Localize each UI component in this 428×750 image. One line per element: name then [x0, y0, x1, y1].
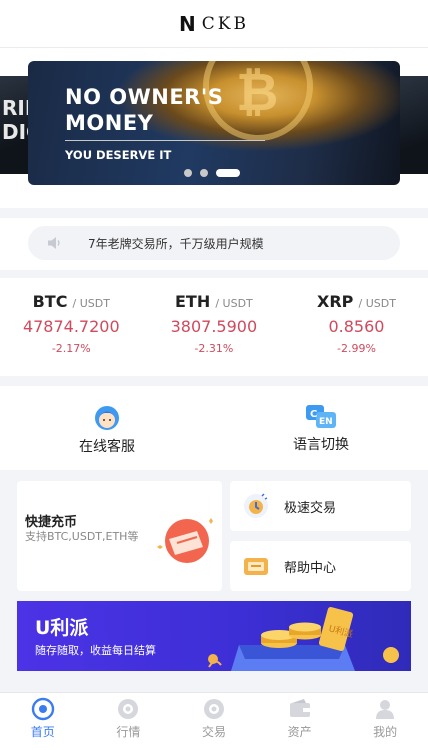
ticker-btc[interactable]: BTC / USDT 47874.7200 -2.17%	[0, 278, 143, 376]
language-badge-c: C	[310, 409, 317, 420]
notice-text: 7年老牌交易所，千万级用户规模	[88, 236, 264, 251]
fast-trade-label: 极速交易	[284, 500, 337, 516]
ticker-quote: / USDT	[72, 297, 110, 310]
ticker-quote: / USDT	[215, 297, 253, 310]
carousel-dot[interactable]	[200, 169, 208, 177]
u-lipai-promo-banner[interactable]: U利派 随存随取，收益每日结算 U利派	[17, 601, 411, 671]
ticker-change: -2.31%	[194, 342, 234, 355]
nav-market[interactable]: 行情	[86, 693, 172, 750]
fast-trade-card[interactable]: 极速交易	[230, 481, 411, 531]
notice-bar[interactable]: 7年老牌交易所，千万级用户规模	[28, 226, 400, 260]
nav-label: 我的	[373, 725, 398, 739]
carousel-dot-active[interactable]	[216, 169, 240, 177]
customer-service-icon	[95, 406, 119, 430]
top-bar: N CKB	[0, 0, 428, 48]
profile-icon	[376, 700, 395, 719]
recharge-subtitle: 支持BTC,USDT,ETH等	[25, 530, 139, 543]
bitcoin-symbol: ₿	[236, 63, 279, 123]
quick-links: 在线客服 C EN 语言切换	[0, 386, 428, 470]
promo-subtitle: 随存随取，收益每日结算	[35, 644, 156, 657]
carousel-next-slide-peek[interactable]	[400, 76, 428, 174]
ticker-price: 47874.7200	[22, 317, 120, 336]
logo-icon: N	[179, 11, 196, 36]
help-center-label: 帮助中心	[284, 560, 337, 576]
help-center-icon	[244, 558, 268, 575]
ticker-change: -2.17%	[51, 342, 91, 355]
banner-divider	[65, 140, 265, 141]
fast-trade-icon	[244, 493, 268, 518]
nav-profile[interactable]: 我的	[342, 693, 428, 750]
bottom-navigation: 首页 行情 交易 资产 我的	[0, 692, 428, 750]
home-icon	[31, 697, 54, 721]
ticker-xrp[interactable]: XRP / USDT 0.8560 -2.99%	[285, 278, 428, 376]
prev-slide-text-2: DIG	[2, 120, 28, 144]
notice-section: 7年老牌交易所，千万级用户规模	[0, 218, 428, 270]
online-support-button[interactable]: 在线客服	[0, 386, 214, 470]
nav-label: 首页	[30, 725, 55, 739]
ticker-symbol: ETH	[175, 292, 211, 311]
nav-label: 行情	[116, 725, 141, 739]
nav-trade[interactable]: 交易	[171, 693, 257, 750]
nav-label: 资产	[287, 725, 312, 739]
carousel-dots	[184, 169, 240, 177]
banner-tagline: YOU DESERVE IT	[65, 148, 172, 162]
banner-section: RIN DIG ₿ NO OWNER'S MONEY YOU DESERVE I…	[0, 48, 428, 208]
assets-icon	[289, 699, 310, 717]
ticker-price: 0.8560	[328, 317, 385, 336]
ticker-quote: / USDT	[358, 297, 396, 310]
wallet-coin-icon	[157, 518, 213, 563]
ticker-eth[interactable]: ETH / USDT 3807.5900 -2.31%	[143, 278, 286, 376]
speaker-icon	[48, 237, 60, 249]
market-tickers: BTC / USDT 47874.7200 -2.17% ETH / USDT …	[0, 278, 428, 376]
language-switch-label: 语言切换	[293, 437, 349, 453]
ticker-change: -2.99%	[337, 342, 376, 355]
recharge-title: 快捷充币	[25, 515, 78, 530]
trade-icon	[203, 699, 224, 719]
quick-recharge-card[interactable]: 快捷充币 支持BTC,USDT,ETH等	[17, 481, 222, 591]
bottom-spacer	[0, 682, 428, 692]
online-support-label: 在线客服	[79, 439, 135, 455]
market-icon	[118, 699, 139, 719]
ticker-symbol: BTC	[32, 292, 68, 311]
ticker-price: 3807.5900	[170, 317, 258, 336]
carousel-slide[interactable]: ₿ NO OWNER'S MONEY YOU DESERVE IT	[28, 61, 400, 185]
brand-name: CKB	[201, 13, 249, 34]
carousel-prev-slide-peek[interactable]: RIN DIG	[0, 76, 28, 174]
banner-headline-2: MONEY	[65, 111, 154, 135]
nav-home[interactable]: 首页	[0, 693, 86, 750]
nav-label: 交易	[201, 725, 226, 739]
banner-headline-1: NO OWNER'S	[65, 85, 224, 109]
ticker-symbol: XRP	[317, 292, 354, 311]
help-center-card[interactable]: 帮助中心	[230, 541, 411, 591]
gold-coins-illustration: U利派	[208, 606, 399, 671]
prev-slide-text: RIN	[2, 96, 28, 120]
carousel-dot[interactable]	[184, 169, 192, 177]
language-badge-en: EN	[319, 417, 333, 427]
language-switch-button[interactable]: C EN 语言切换	[214, 386, 428, 470]
language-switch-icon: C EN	[306, 405, 336, 428]
promo-title: U利派	[35, 617, 89, 639]
nav-assets[interactable]: 资产	[257, 693, 343, 750]
